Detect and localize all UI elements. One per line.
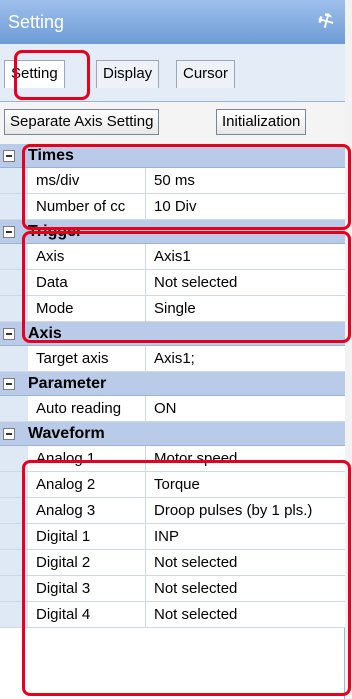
property-row[interactable]: Data Not selected: [0, 270, 345, 296]
section-title: Parameter: [28, 375, 107, 392]
panel-title: Setting: [8, 12, 65, 32]
property-name: Analog 1: [28, 446, 146, 471]
property-value[interactable]: Single: [146, 296, 345, 321]
property-row[interactable]: Axis Axis1: [0, 244, 345, 270]
property-row[interactable]: Digital 3 Not selected: [0, 576, 345, 602]
property-value[interactable]: Not selected: [146, 602, 345, 627]
collapse-icon[interactable]: [3, 428, 15, 440]
property-row[interactable]: Number of cc 10 Div: [0, 194, 345, 220]
property-value[interactable]: Motor speed: [146, 446, 345, 471]
section-times[interactable]: Times: [0, 144, 345, 168]
property-row[interactable]: Analog 1 Motor speed: [0, 446, 345, 472]
tab-cursor[interactable]: Cursor: [176, 60, 236, 88]
property-row[interactable]: Digital 2 Not selected: [0, 550, 345, 576]
property-row[interactable]: Target axis Axis1;: [0, 346, 345, 372]
pin-icon[interactable]: ⚒: [311, 6, 341, 36]
property-row[interactable]: ms/div 50 ms: [0, 168, 345, 194]
property-value[interactable]: Torque: [146, 472, 345, 497]
property-value[interactable]: ON: [146, 396, 345, 421]
tab-display[interactable]: Display: [96, 60, 160, 88]
property-row[interactable]: Auto reading ON: [0, 396, 345, 422]
collapse-icon[interactable]: [3, 328, 15, 340]
property-name: Digital 2: [28, 550, 146, 575]
property-name: Digital 3: [28, 576, 146, 601]
property-value[interactable]: Axis1: [146, 244, 345, 269]
property-name: Analog 2: [28, 472, 146, 497]
property-value[interactable]: 10 Div: [146, 194, 345, 219]
property-name: Axis: [28, 244, 146, 269]
section-parameter[interactable]: Parameter: [0, 372, 345, 396]
property-name: Analog 3: [28, 498, 146, 523]
property-value[interactable]: Axis1;: [146, 346, 345, 371]
section-axis[interactable]: Axis: [0, 322, 345, 346]
separate-axis-setting-button[interactable]: Separate Axis Setting: [4, 109, 160, 135]
property-row[interactable]: Digital 4 Not selected: [0, 602, 345, 628]
property-name: Number of cc: [28, 194, 146, 219]
property-value[interactable]: Not selected: [146, 576, 345, 601]
property-value[interactable]: Not selected: [146, 550, 345, 575]
property-name: Auto reading: [28, 396, 146, 421]
property-value[interactable]: 50 ms: [146, 168, 345, 193]
property-grid: Times ms/div 50 ms Number of cc 10 Div T…: [0, 144, 345, 628]
section-waveform[interactable]: Waveform: [0, 422, 345, 446]
property-name: Mode: [28, 296, 146, 321]
section-title: Times: [28, 147, 74, 164]
property-name: Digital 4: [28, 602, 146, 627]
section-trigger[interactable]: Trigger: [0, 220, 345, 244]
tab-setting[interactable]: Setting: [4, 60, 65, 88]
property-row[interactable]: Digital 1 INP: [0, 524, 345, 550]
property-row[interactable]: Analog 3 Droop pulses (by 1 pls.): [0, 498, 345, 524]
property-name: ms/div: [28, 168, 146, 193]
collapse-icon[interactable]: [3, 378, 15, 390]
property-row[interactable]: Analog 2 Torque: [0, 472, 345, 498]
section-title: Trigger: [28, 223, 83, 240]
property-value[interactable]: INP: [146, 524, 345, 549]
tab-strip: Setting Display Cursor: [0, 44, 345, 102]
collapse-icon[interactable]: [3, 150, 15, 162]
property-value[interactable]: Droop pulses (by 1 pls.): [146, 498, 345, 523]
collapse-icon[interactable]: [3, 226, 15, 238]
toolbar: Separate Axis Setting Initialization: [0, 102, 345, 144]
property-value[interactable]: Not selected: [146, 270, 345, 295]
initialization-button[interactable]: Initialization: [216, 109, 307, 135]
section-title: Axis: [28, 325, 62, 342]
panel-titlebar: Setting ⚒: [0, 0, 345, 44]
property-name: Target axis: [28, 346, 146, 371]
property-name: Digital 1: [28, 524, 146, 549]
section-title: Waveform: [28, 425, 105, 442]
property-name: Data: [28, 270, 146, 295]
setting-panel: Setting ⚒ Setting Display Cursor Separat…: [0, 0, 345, 699]
property-row[interactable]: Mode Single: [0, 296, 345, 322]
